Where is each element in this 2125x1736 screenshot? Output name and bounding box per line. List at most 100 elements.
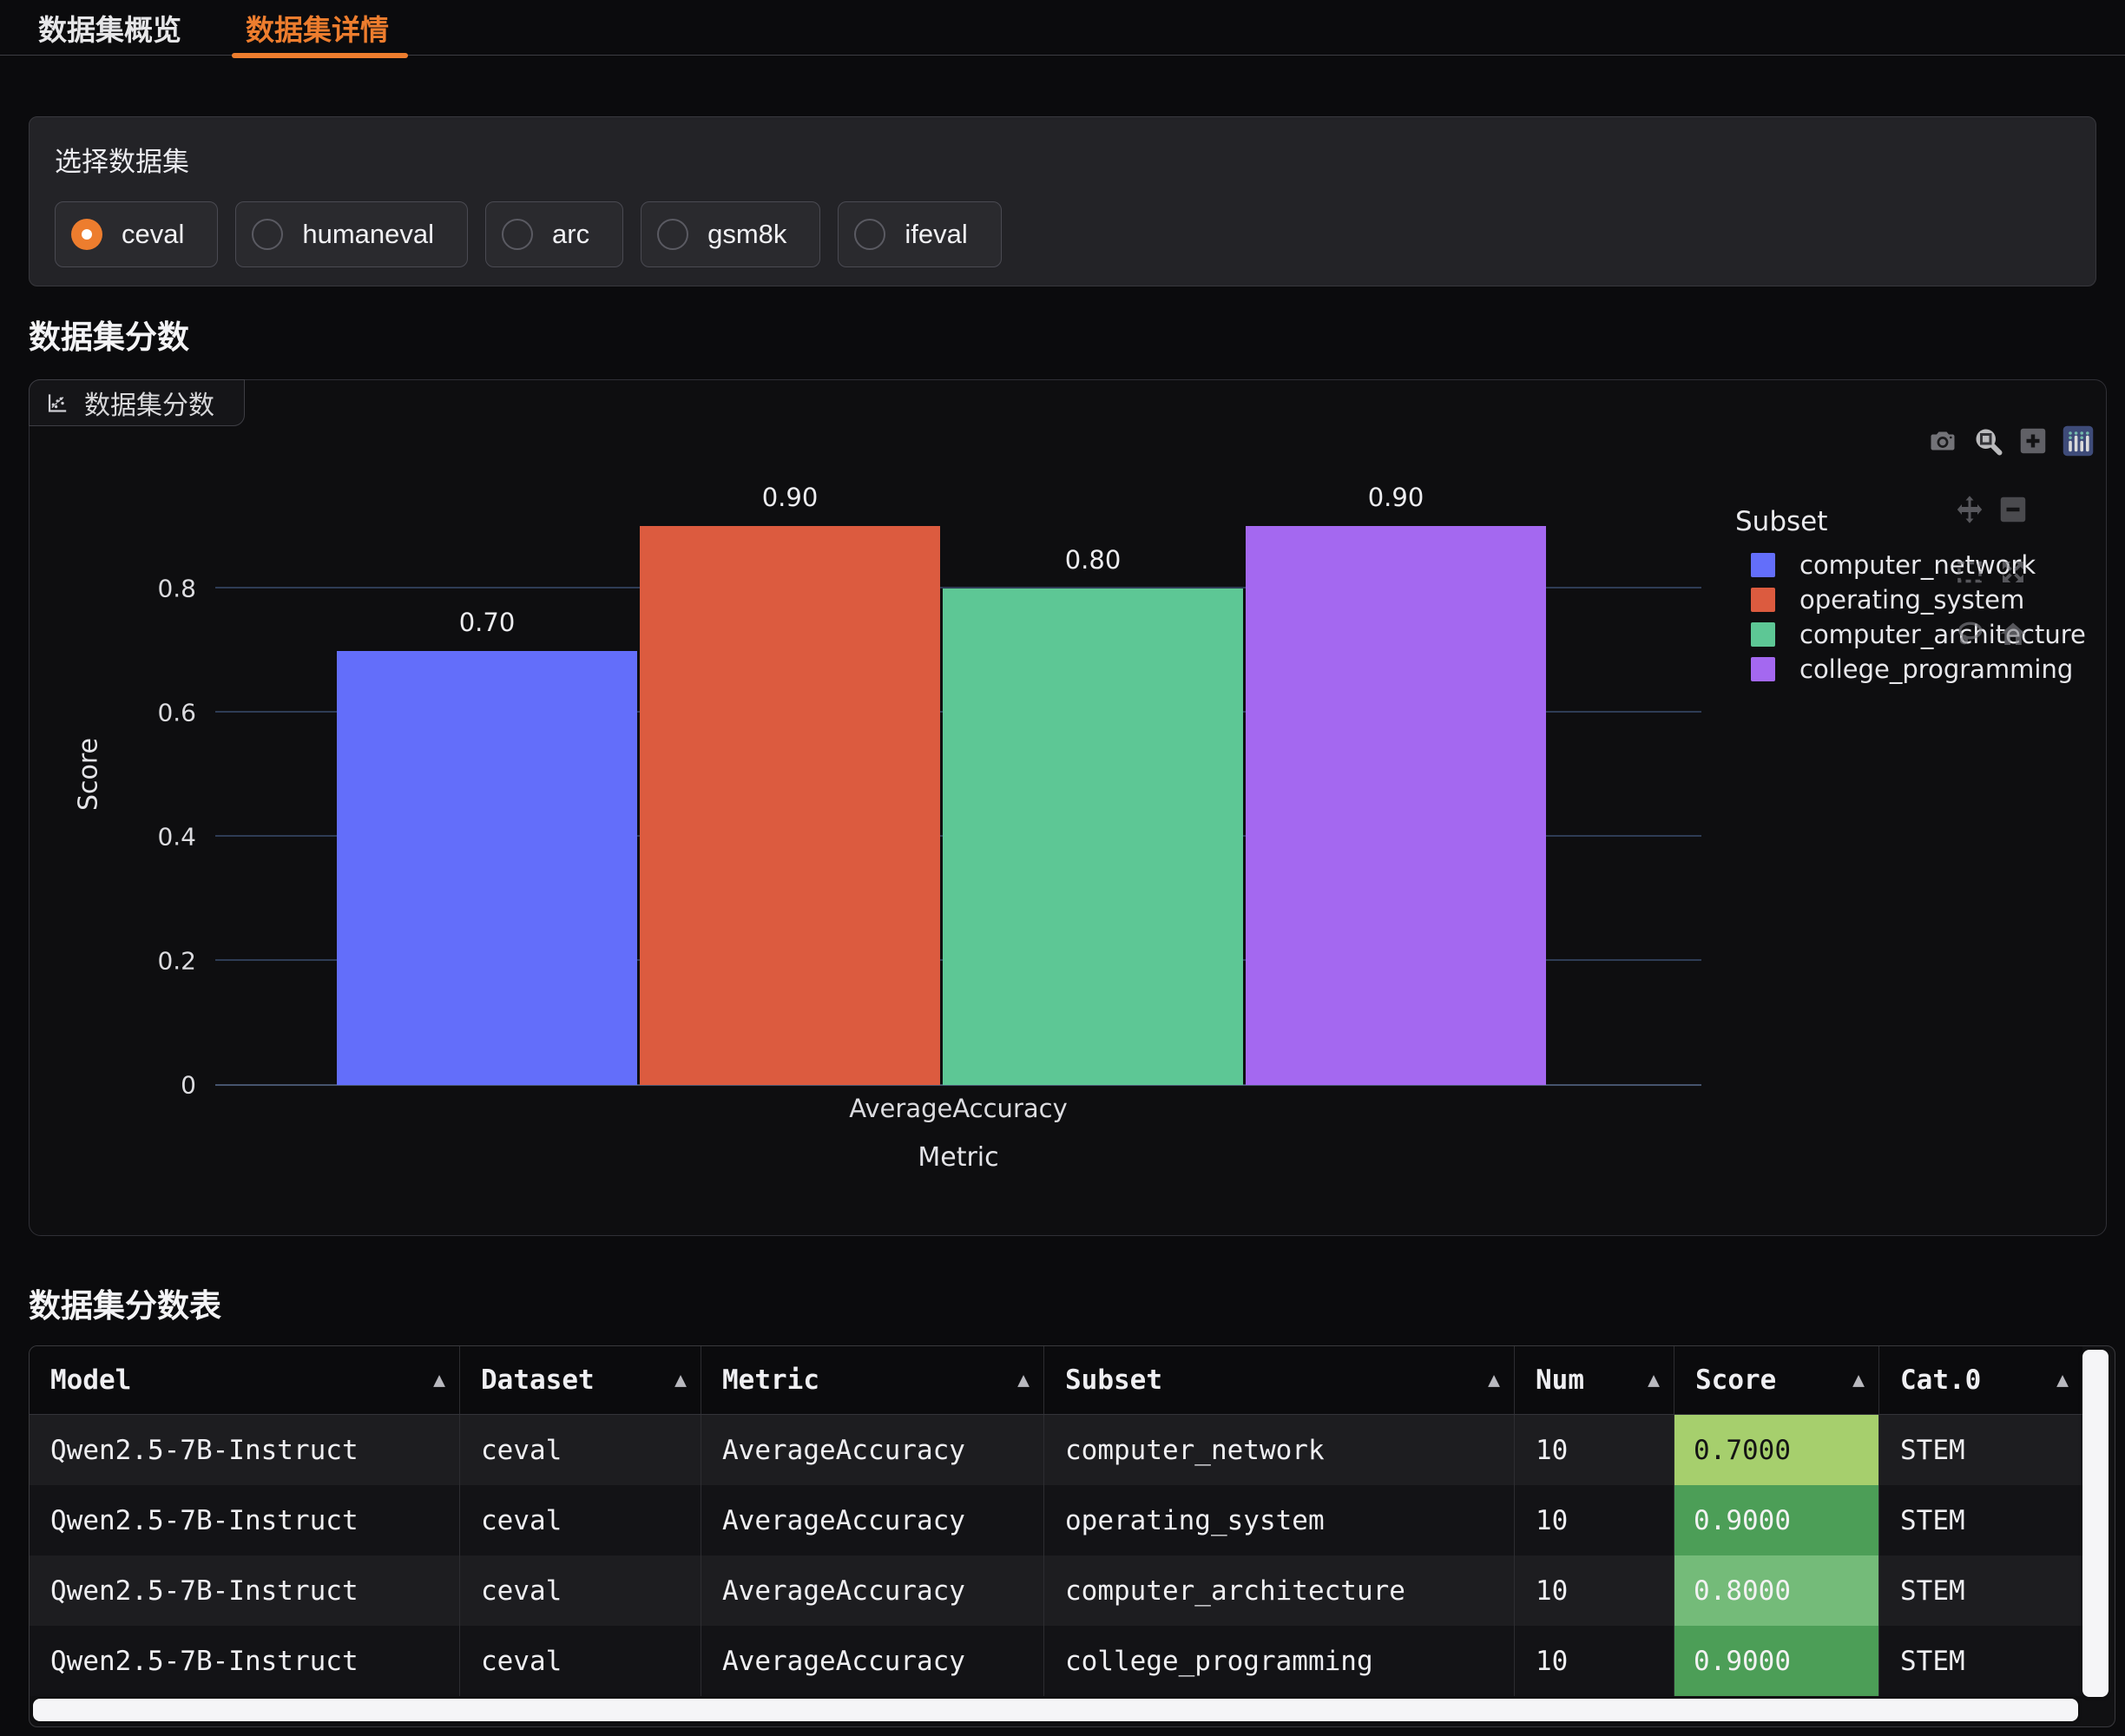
- tab-bar: 数据集概览 数据集详情: [0, 0, 2125, 56]
- column-header-dataset[interactable]: Dataset▲: [460, 1346, 701, 1414]
- scores-table: Model▲Dataset▲Metric▲Subset▲Num▲Score▲Ca…: [30, 1346, 2082, 1696]
- column-header-label: Model: [50, 1364, 131, 1396]
- radio-option-arc[interactable]: arc: [485, 201, 623, 267]
- table-vertical-scrollbar[interactable]: [2082, 1350, 2109, 1697]
- radio-option-ceval[interactable]: ceval: [55, 201, 218, 267]
- column-header-metric[interactable]: Metric ▲: [701, 1346, 1044, 1414]
- radio-option-humaneval[interactable]: humaneval: [235, 201, 468, 267]
- bar-computer_architecture: [943, 589, 1243, 1085]
- radio-circle-icon: [502, 219, 533, 250]
- bar-college_programming: [1246, 526, 1546, 1085]
- tab-dataset-overview[interactable]: 数据集概览: [38, 0, 181, 56]
- camera-icon[interactable]: [1927, 425, 1958, 457]
- y-axis-title: Score: [74, 738, 104, 811]
- zoom-in-icon[interactable]: [2017, 425, 2049, 457]
- bar-chart-plot-area: 00.20.40.60.80.700.900.800.90AverageAccu…: [215, 464, 1701, 1085]
- legend-item-label: college_programming: [1799, 654, 2073, 684]
- plotly-logo-icon[interactable]: [2062, 425, 2094, 457]
- zoom-out-icon[interactable]: [1997, 494, 2029, 525]
- autoscale-icon[interactable]: [1997, 556, 2029, 588]
- radio-circle-icon: [252, 219, 283, 250]
- table-cell: STEM: [1879, 1415, 2082, 1485]
- bar-value-label: 0.70: [459, 608, 516, 637]
- table-row: Qwen2.5-7B-InstructcevalAverageAccuracyc…: [30, 1415, 2082, 1485]
- radio-option-label: ifeval: [905, 219, 967, 250]
- x-axis-title: Metric: [918, 1142, 998, 1173]
- table-cell: Qwen2.5-7B-Instruct: [30, 1555, 460, 1626]
- y-tick-label: 0: [181, 1071, 196, 1100]
- legend-item-computer_network[interactable]: computer_network: [1735, 553, 2117, 577]
- bar-value-label: 0.90: [1368, 483, 1424, 512]
- y-tick-label: 0.2: [157, 947, 196, 976]
- column-header-num[interactable]: Num▲: [1515, 1346, 1674, 1414]
- legend-swatch-icon: [1751, 553, 1775, 577]
- column-header-score[interactable]: Score▲: [1674, 1346, 1879, 1414]
- y-tick-label: 0.4: [157, 823, 196, 852]
- table-section-title: 数据集分数表: [29, 1279, 221, 1326]
- table-cell: 10: [1515, 1626, 1674, 1696]
- y-tick-label: 0.6: [157, 699, 196, 727]
- sort-arrow-icon: ▲: [1488, 1369, 1500, 1391]
- table-cell: AverageAccuracy: [701, 1485, 1044, 1555]
- radio-circle-icon: [71, 219, 102, 250]
- column-header-label: Score: [1695, 1364, 1776, 1396]
- column-header-cat-0[interactable]: Cat.0▲: [1879, 1346, 2082, 1414]
- table-cell: AverageAccuracy: [701, 1626, 1044, 1696]
- lasso-icon[interactable]: [1954, 619, 1985, 650]
- column-header-model[interactable]: Model ▲: [30, 1346, 460, 1414]
- legend-swatch-icon: [1751, 588, 1775, 612]
- legend-swatch-icon: [1751, 622, 1775, 647]
- radio-option-label: gsm8k: [707, 219, 786, 250]
- table-cell: ceval: [460, 1415, 701, 1485]
- radio-option-label: arc: [552, 219, 589, 250]
- legend-item-label: computer_architecture: [1799, 620, 2086, 649]
- table-cell: computer_network: [1044, 1415, 1515, 1485]
- table-cell: ceval: [460, 1626, 701, 1696]
- table-cell: Qwen2.5-7B-Instruct: [30, 1626, 460, 1696]
- pan-icon[interactable]: [1954, 494, 1985, 525]
- radio-option-ifeval[interactable]: ifeval: [838, 201, 1001, 267]
- legend-item-college_programming[interactable]: college_programming: [1735, 657, 2117, 681]
- table-cell: operating_system: [1044, 1485, 1515, 1555]
- sort-arrow-icon: ▲: [674, 1369, 687, 1391]
- chart-legend: Subset computer_network operating_systemc…: [1735, 506, 2117, 692]
- table-cell: STEM: [1879, 1626, 2082, 1696]
- column-header-label: Subset: [1065, 1364, 1162, 1396]
- legend-item-computer_architecture[interactable]: computer_architecture: [1735, 622, 2117, 647]
- legend-item-operating_system[interactable]: operating_system: [1735, 588, 2117, 612]
- table-cell: 10: [1515, 1485, 1674, 1555]
- plot-modebar-side: [1954, 494, 2027, 650]
- score-cell: 0.9000: [1674, 1485, 1879, 1555]
- home-icon[interactable]: [1997, 619, 2029, 650]
- plot-label-chip: 数据集分数: [29, 379, 245, 426]
- plot-label-text: 数据集分数: [84, 384, 214, 422]
- sort-arrow-icon: ▲: [433, 1369, 445, 1391]
- table-cell: college_programming: [1044, 1626, 1515, 1696]
- x-tick-label: AverageAccuracy: [849, 1094, 1067, 1123]
- legend-title: Subset: [1735, 506, 2117, 537]
- radio-circle-icon: [854, 219, 885, 250]
- legend-swatch-icon: [1751, 657, 1775, 681]
- column-header-label: Metric: [722, 1364, 819, 1396]
- radio-option-gsm8k[interactable]: gsm8k: [641, 201, 820, 267]
- table-cell: ceval: [460, 1485, 701, 1555]
- chart-panel: 数据集分数 00.20.40.60.80.700.900.800.90Avera…: [29, 379, 2107, 1236]
- table-horizontal-scrollbar[interactable]: [33, 1699, 2078, 1721]
- sort-arrow-icon: ▲: [1648, 1369, 1660, 1391]
- column-header-subset[interactable]: Subset ▲: [1044, 1346, 1515, 1414]
- scatter-plot-icon: [45, 391, 69, 415]
- bar-value-label: 0.80: [1065, 545, 1122, 575]
- score-cell: 0.8000: [1674, 1555, 1879, 1626]
- table-cell: computer_architecture: [1044, 1555, 1515, 1626]
- dataset-radio-group: ceval humaneval arc gsm8k ifeval: [55, 201, 2069, 267]
- tab-dataset-details[interactable]: 数据集详情: [246, 0, 389, 56]
- chart-section-title: 数据集分数: [29, 311, 189, 358]
- app-root: 数据集概览 数据集详情 选择数据集 cevalhumanevalarcgsm8k…: [0, 0, 2125, 1736]
- table-row: Qwen2.5-7B-InstructcevalAverageAccuracyc…: [30, 1626, 2082, 1696]
- zoom-icon[interactable]: [1972, 425, 2003, 457]
- table-cell: AverageAccuracy: [701, 1555, 1044, 1626]
- bar-value-label: 0.90: [762, 483, 819, 512]
- box-select-icon[interactable]: [1954, 556, 1985, 588]
- table-row: Qwen2.5-7B-InstructcevalAverageAccuracyc…: [30, 1555, 2082, 1626]
- sort-arrow-icon: ▲: [1017, 1369, 1030, 1391]
